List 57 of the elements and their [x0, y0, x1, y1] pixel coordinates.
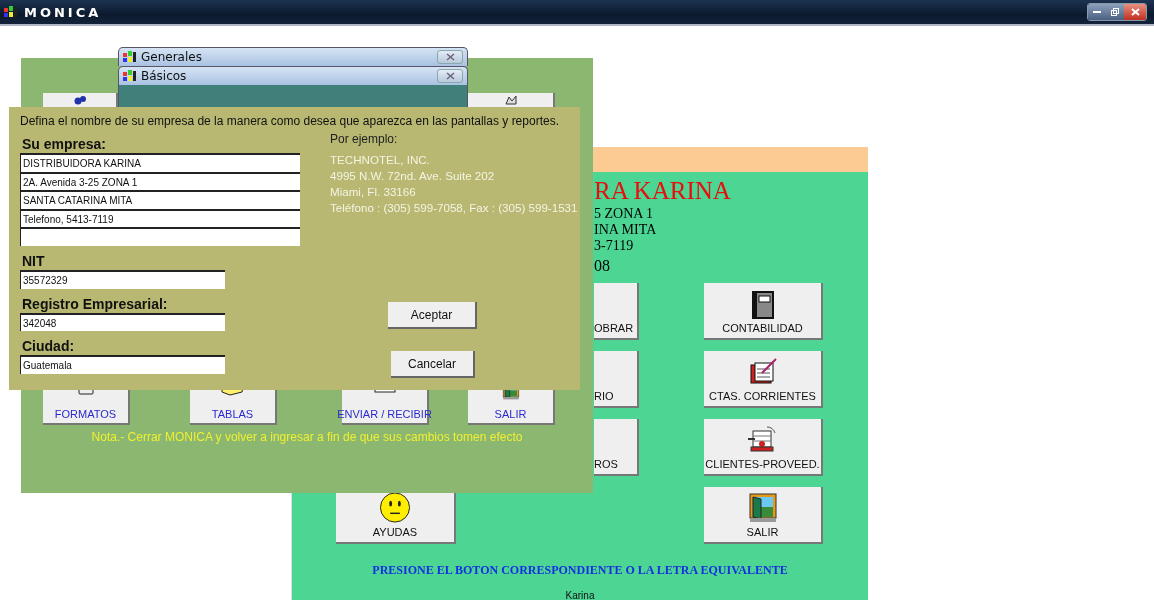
input-field[interactable]: Guatemala — [20, 355, 225, 374]
input-field[interactable]: DISTRIBUIDORA KARINA — [20, 153, 300, 172]
menu-button[interactable]: SALIR — [704, 487, 823, 544]
restore-icon — [1111, 8, 1119, 16]
close-button[interactable] — [437, 50, 463, 64]
settings-button[interactable] — [468, 93, 555, 107]
menu-button[interactable]: OBRAR — [594, 283, 639, 340]
restore-button[interactable] — [1106, 4, 1124, 20]
close-button[interactable] — [437, 69, 463, 83]
field-label: Su empresa: — [22, 136, 108, 152]
field-label: Ciudad: — [22, 338, 76, 355]
input-field[interactable] — [20, 227, 300, 246]
example-text: Teléfono : (305) 599-7058, Fax : (305) 599-1531 — [330, 200, 578, 216]
notebook-icon — [751, 291, 774, 319]
user-name: Karina — [565, 590, 595, 600]
company-detail: 5 ZONA 1 — [594, 206, 655, 222]
company-detail: INA MITA — [594, 222, 658, 238]
example-label: Por ejemplo: — [330, 132, 399, 146]
note-text: Nota.- Cerrar MONICA y volver a ingresar a fin de que sus cambios tomen efecto — [90, 429, 524, 444]
app-logo-icon — [4, 5, 18, 19]
minimize-icon — [1093, 10, 1101, 14]
close-icon — [445, 53, 455, 61]
field-label: NIT — [22, 252, 46, 269]
window-title: Básicos — [141, 69, 187, 83]
settings-button[interactable] — [43, 93, 118, 107]
app-logo-icon — [123, 69, 137, 83]
menu-button[interactable]: CONTABILIDAD — [704, 283, 823, 340]
instruction-text: Defina el nombre de su empresa de la manera como desea que aparezca en las pantallas y reportes. — [20, 114, 560, 128]
app-logo-icon — [123, 50, 137, 64]
smiley-icon — [379, 492, 411, 523]
input-field[interactable]: 35572329 — [20, 269, 225, 289]
instruction-text: PRESIONE EL BOTON CORRESPONDIENTE O LA LETRA EQUIVALENTE — [372, 563, 788, 578]
dialog-button[interactable]: Cancelar — [391, 351, 475, 378]
close-icon — [445, 72, 455, 80]
menu-button[interactable]: CLIENTES-PROVEED. — [704, 419, 823, 476]
example-text: Miami, Fl. 33166 — [330, 184, 417, 200]
gears-icon — [72, 95, 87, 105]
company-name: RA KARINA — [594, 176, 732, 206]
menu-button[interactable]: CTAS. CORRIENTES — [704, 351, 823, 408]
minimize-button[interactable] — [1088, 4, 1106, 20]
writing-book-icon — [747, 357, 778, 387]
close-button[interactable] — [1124, 4, 1146, 20]
door-icon — [748, 493, 777, 523]
field-label: Registro Empresarial: — [22, 295, 169, 312]
menu-button[interactable]: ROS — [594, 419, 639, 476]
company-detail: 08 — [594, 256, 611, 276]
example-text: TECHNOTEL, INC. — [330, 152, 431, 168]
input-field[interactable]: 342048 — [20, 312, 225, 332]
input-field[interactable]: SANTA CATARINA MITA — [20, 190, 300, 209]
dialog-button[interactable]: Aceptar — [388, 302, 477, 329]
company-detail: 3-7119 — [594, 238, 635, 254]
menu-button[interactable]: AYUDAS — [336, 492, 456, 544]
app-title: MONICA — [24, 4, 102, 20]
close-icon — [1130, 8, 1140, 16]
window-title: Generales — [141, 50, 202, 64]
menu-button[interactable]: RIO — [594, 351, 639, 408]
example-text: 4995 N.W. 72nd. Ave. Suite 202 — [330, 168, 496, 184]
